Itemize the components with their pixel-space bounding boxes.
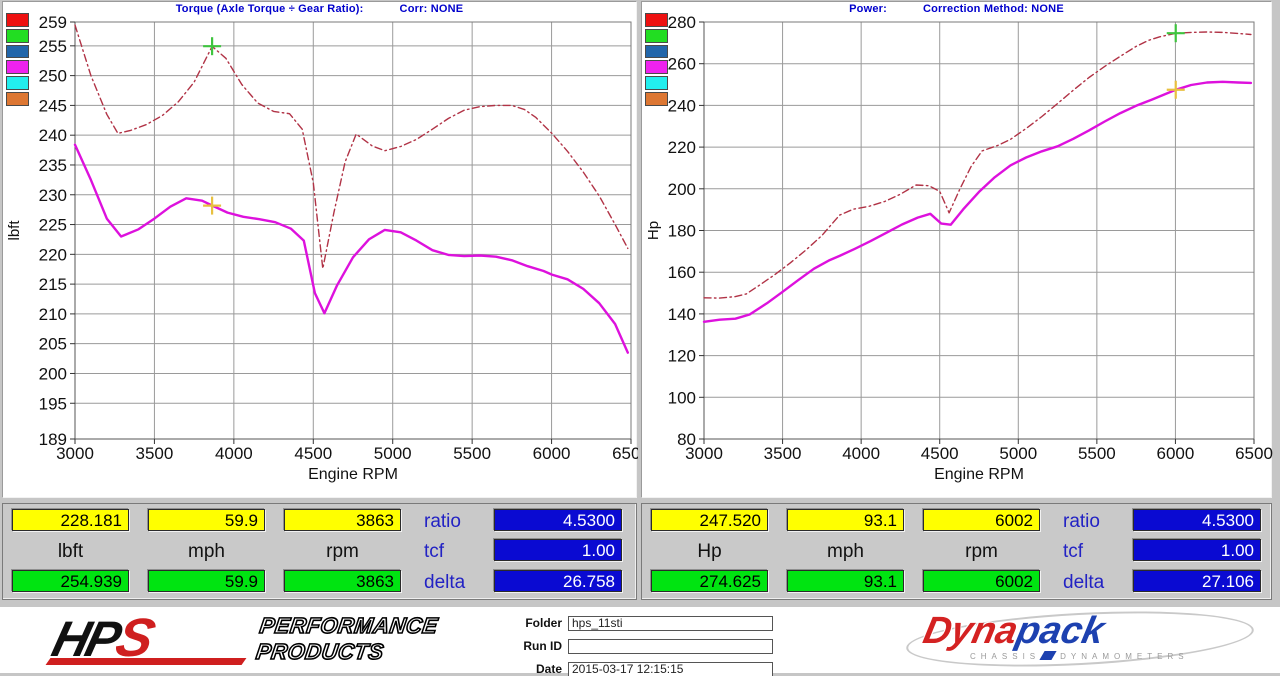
torque-peak-rpm-box: 3863 [284, 570, 401, 592]
power-delta-box: 27.106 [1133, 570, 1261, 592]
dynapack-logo-dyna: Dyna [919, 610, 1022, 652]
svg-text:240: 240 [39, 126, 67, 145]
svg-text:4500: 4500 [294, 444, 332, 463]
tcf-label: tcf [424, 541, 445, 562]
power-peak-mph-box: 93.1 [787, 570, 904, 592]
svg-text:3500: 3500 [136, 444, 174, 463]
power-readout-panel: 247.520 93.1 6002 Hp mph rpm 274.625 93.… [641, 503, 1272, 600]
power-ratio-box: 4.5300 [1133, 509, 1261, 531]
svg-text:200: 200 [39, 364, 67, 383]
power-cursor-hp-box: 247.520 [651, 509, 768, 531]
delta-label: delta [424, 572, 466, 593]
svg-text:lbft: lbft [6, 220, 23, 241]
svg-text:205: 205 [39, 335, 67, 354]
dynapack-sub-dynamometers: DYNAMOMETERS [1060, 652, 1189, 661]
svg-text:230: 230 [39, 186, 67, 205]
svg-text:215: 215 [39, 275, 67, 294]
svg-text:220: 220 [39, 245, 67, 264]
torque-plot-area[interactable]: 1891952002052102152202252302352402452502… [3, 2, 638, 499]
dynapack-logo-subtext: CHASSIS DYNAMOMETERS [970, 651, 1189, 661]
svg-text:250: 250 [39, 67, 67, 86]
svg-text:180: 180 [668, 222, 696, 241]
hps-tagline-line1: PERFORMANCE [257, 612, 440, 639]
svg-text:Hp: Hp [645, 221, 662, 240]
footer-bar: HPS PERFORMANCE PRODUCTS Folder Run ID D… [0, 603, 1280, 676]
svg-text:3500: 3500 [764, 444, 802, 463]
torque-cursor-lbft-box: 228.181 [12, 509, 129, 531]
ratio-label: ratio [424, 511, 461, 532]
svg-text:3000: 3000 [685, 444, 723, 463]
power-cursor-rpm-box: 6002 [923, 509, 1040, 531]
svg-text:5000: 5000 [374, 444, 412, 463]
svg-text:6000: 6000 [533, 444, 571, 463]
run-id-label: Run ID [523, 638, 562, 653]
date-field[interactable] [568, 661, 773, 676]
torque-cursor-rpm-box: 3863 [284, 509, 401, 531]
svg-text:225: 225 [39, 216, 67, 235]
hps-logo: HPS PERFORMANCE PRODUCTS [42, 608, 522, 669]
svg-text:260: 260 [668, 55, 696, 74]
torque-readout-panel: 228.181 59.9 3863 lbft mph rpm 254.939 5… [2, 503, 637, 600]
torque-ratio-box: 4.5300 [494, 509, 622, 531]
svg-text:6500: 6500 [1235, 444, 1273, 463]
power-peak-rpm-box: 6002 [923, 570, 1040, 592]
svg-text:245: 245 [39, 96, 67, 115]
svg-text:240: 240 [668, 96, 696, 115]
svg-text:4500: 4500 [921, 444, 959, 463]
svg-text:160: 160 [668, 263, 696, 282]
svg-text:5000: 5000 [999, 444, 1037, 463]
unit-label-mph: mph [188, 541, 225, 562]
folder-label: Folder [525, 615, 562, 630]
hps-logo-tagline: PERFORMANCE PRODUCTS [254, 612, 441, 665]
svg-text:120: 120 [668, 347, 696, 366]
svg-text:280: 280 [668, 13, 696, 32]
svg-text:6500: 6500 [612, 444, 638, 463]
svg-text:Engine RPM: Engine RPM [934, 466, 1024, 483]
svg-text:200: 200 [668, 180, 696, 199]
svg-text:4000: 4000 [215, 444, 253, 463]
svg-text:140: 140 [668, 305, 696, 324]
power-chart-panel: Power: Correction Method: NONE 80 100 120 14… [641, 1, 1273, 499]
dynapack-slash-icon [1039, 651, 1057, 660]
power-plot-area[interactable]: 801001201401601802002202402602803000 3500… [642, 2, 1273, 499]
run-id-field[interactable] [568, 638, 773, 654]
svg-text:255: 255 [39, 37, 67, 56]
torque-peak-lbft-box: 254.939 [12, 570, 129, 592]
svg-text:3000: 3000 [56, 444, 94, 463]
dynapack-logo: Dynapack CHASSIS DYNAMOMETERS [898, 603, 1266, 675]
dynapack-logo-pack: pack [1012, 610, 1109, 652]
unit-label-rpm: rpm [326, 541, 359, 562]
svg-text:195: 195 [39, 394, 67, 413]
torque-chart-panel: Torque (Axle Torque ÷ Gear Ratio): Corr: … [2, 1, 638, 499]
unit-label-mph: mph [827, 541, 864, 562]
svg-text:Engine RPM: Engine RPM [308, 466, 398, 483]
svg-text:5500: 5500 [1078, 444, 1116, 463]
svg-text:6000: 6000 [1157, 444, 1195, 463]
svg-text:259: 259 [39, 13, 67, 32]
tcf-label: tcf [1063, 541, 1084, 562]
svg-text:5500: 5500 [453, 444, 491, 463]
svg-text:220: 220 [668, 138, 696, 157]
dyno-report-window: { "titles": { "torque_title": "Torque (A… [0, 0, 1280, 676]
torque-tcf-box: 1.00 [494, 539, 622, 561]
unit-label-rpm: rpm [965, 541, 998, 562]
unit-label-lbft: lbft [57, 541, 84, 562]
folder-field[interactable] [568, 615, 773, 631]
torque-peak-mph-box: 59.9 [148, 570, 265, 592]
unit-label-hp: Hp [697, 541, 722, 562]
dynapack-sub-chassis: CHASSIS [970, 652, 1041, 661]
date-label: Date [535, 661, 562, 676]
power-cursor-mph-box: 93.1 [787, 509, 904, 531]
power-peak-hp-box: 274.625 [651, 570, 768, 592]
hps-tagline-line2: PRODUCTS [254, 638, 387, 665]
power-tcf-box: 1.00 [1133, 539, 1261, 561]
svg-text:210: 210 [39, 305, 67, 324]
torque-delta-box: 26.758 [494, 570, 622, 592]
svg-text:235: 235 [39, 156, 67, 175]
ratio-label: ratio [1063, 511, 1100, 532]
svg-text:100: 100 [668, 388, 696, 407]
delta-label: delta [1063, 572, 1105, 593]
svg-text:4000: 4000 [842, 444, 880, 463]
torque-cursor-mph-box: 59.9 [148, 509, 265, 531]
